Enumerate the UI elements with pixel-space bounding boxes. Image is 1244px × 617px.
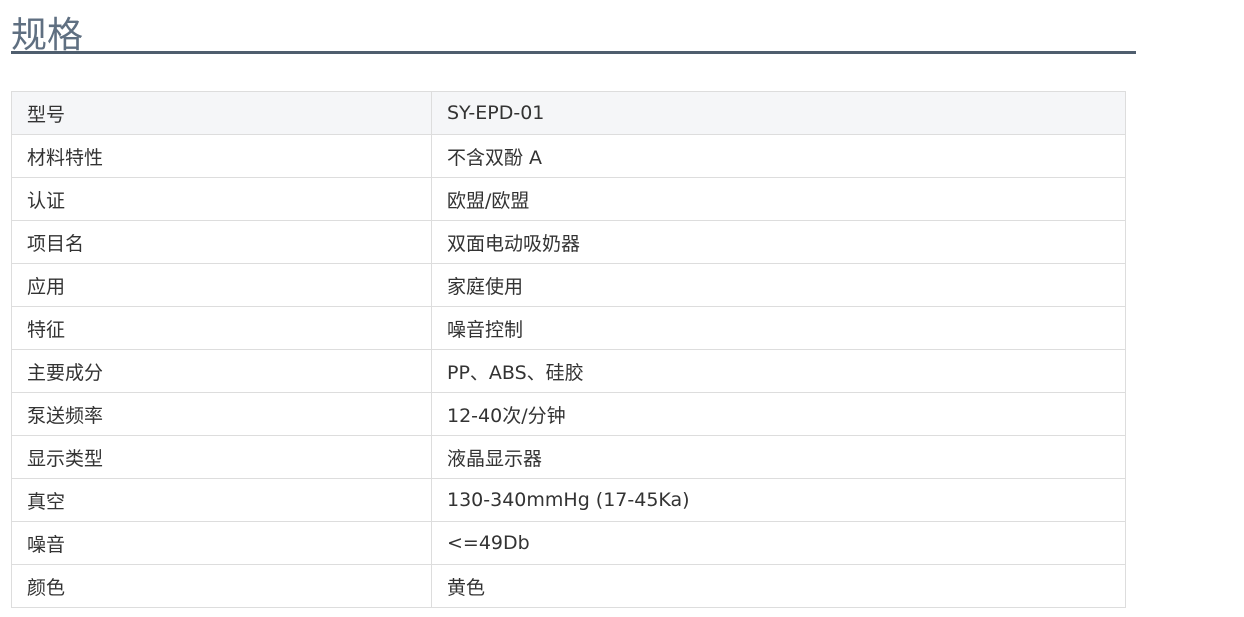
table-row: 材料特性 不含双酚 A: [11, 134, 1126, 178]
table-row: 认证 欧盟/欧盟: [11, 177, 1126, 221]
table-row: 噪音 <=49Db: [11, 521, 1126, 565]
spec-value: 不含双酚 A: [431, 134, 1126, 178]
table-row: 型号 SY-EPD-01: [11, 91, 1126, 135]
table-row: 显示类型 液晶显示器: [11, 435, 1126, 479]
spec-value: PP、ABS、硅胶: [431, 349, 1126, 393]
spec-label: 项目名: [11, 220, 432, 264]
table-row: 特征 噪音控制: [11, 306, 1126, 350]
spec-title: 规格: [11, 0, 1136, 54]
spec-value: <=49Db: [431, 521, 1126, 565]
spec-label: 噪音: [11, 521, 432, 565]
spec-value: 欧盟/欧盟: [431, 177, 1126, 221]
table-row: 主要成分 PP、ABS、硅胶: [11, 349, 1126, 393]
spec-section: 规格: [11, 0, 1136, 54]
spec-label: 认证: [11, 177, 432, 221]
spec-value: 12-40次/分钟: [431, 392, 1126, 436]
spec-value: 双面电动吸奶器: [431, 220, 1126, 264]
spec-value: 130-340mmHg (17-45Ka): [431, 478, 1126, 522]
spec-label: 主要成分: [11, 349, 432, 393]
spec-label: 应用: [11, 263, 432, 307]
table-row: 真空 130-340mmHg (17-45Ka): [11, 478, 1126, 522]
spec-label: 型号: [11, 91, 432, 135]
spec-value: 液晶显示器: [431, 435, 1126, 479]
spec-label: 显示类型: [11, 435, 432, 479]
spec-label: 特征: [11, 306, 432, 350]
spec-value: 黄色: [431, 564, 1126, 608]
table-row: 泵送频率 12-40次/分钟: [11, 392, 1126, 436]
table-row: 颜色 黄色: [11, 564, 1126, 608]
spec-label: 真空: [11, 478, 432, 522]
spec-value: 家庭使用: [431, 263, 1126, 307]
spec-label: 泵送频率: [11, 392, 432, 436]
spec-value: SY-EPD-01: [431, 91, 1126, 135]
spec-table: 型号 SY-EPD-01 材料特性 不含双酚 A 认证 欧盟/欧盟 项目名 双面…: [11, 91, 1126, 608]
table-row: 应用 家庭使用: [11, 263, 1126, 307]
spec-value: 噪音控制: [431, 306, 1126, 350]
spec-label: 颜色: [11, 564, 432, 608]
table-row: 项目名 双面电动吸奶器: [11, 220, 1126, 264]
spec-label: 材料特性: [11, 134, 432, 178]
